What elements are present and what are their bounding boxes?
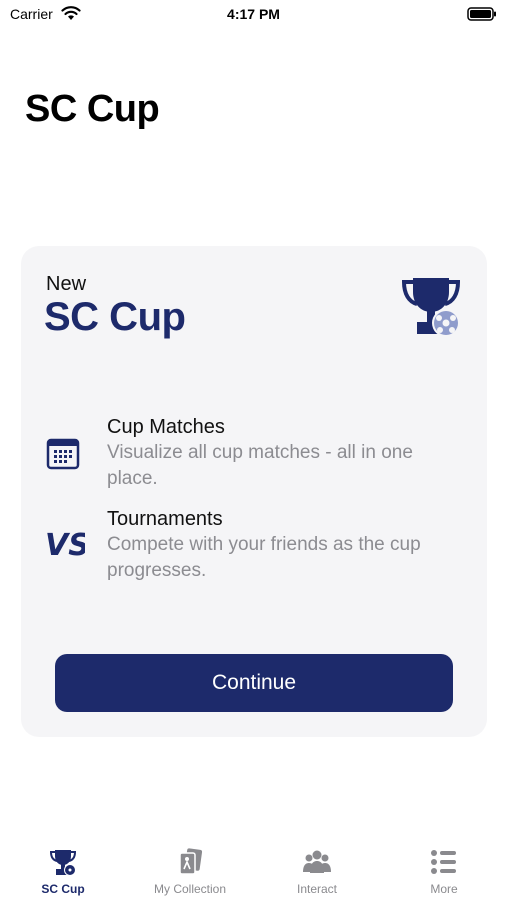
feature-description: Visualize all cup matches - all in one p…	[107, 442, 413, 489]
cards-icon	[179, 848, 203, 875]
tab-label: Interact	[296, 882, 338, 896]
page-title: SC Cup	[25, 88, 160, 130]
calendar-icon	[46, 438, 80, 470]
tab-bar: SC Cup My Collection Interact More	[0, 840, 507, 900]
people-icon	[303, 850, 331, 873]
card-title: SC Cup	[44, 295, 186, 339]
feature-description: Compete with your friends as the cup pro…	[107, 534, 421, 581]
promo-card: New SC Cup Cup Matches Visualize all cup…	[21, 246, 487, 737]
tab-interact[interactable]: Interact	[254, 840, 380, 900]
trophy-icon	[401, 278, 461, 337]
feature-title: Cup Matches	[107, 416, 225, 438]
feature-title: Tournaments	[107, 508, 223, 530]
vs-icon: VS	[45, 528, 85, 562]
card-eyebrow: New	[46, 273, 87, 295]
tab-label: SC Cup	[41, 882, 85, 896]
tab-more[interactable]: More	[381, 840, 507, 900]
battery-icon	[467, 7, 496, 21]
tab-label: My Collection	[153, 882, 227, 896]
trophy-icon	[49, 850, 77, 876]
continue-button[interactable]: Continue	[55, 654, 453, 712]
tab-my-collection[interactable]: My Collection	[127, 840, 253, 900]
tab-label: More	[430, 882, 458, 896]
status-time: 4:17 PM	[227, 6, 280, 22]
list-icon	[431, 850, 456, 874]
status-bar: Carrier 4:17 PM	[0, 0, 507, 30]
tab-sc-cup[interactable]: SC Cup	[0, 840, 126, 900]
svg-text:VS: VS	[45, 528, 85, 562]
